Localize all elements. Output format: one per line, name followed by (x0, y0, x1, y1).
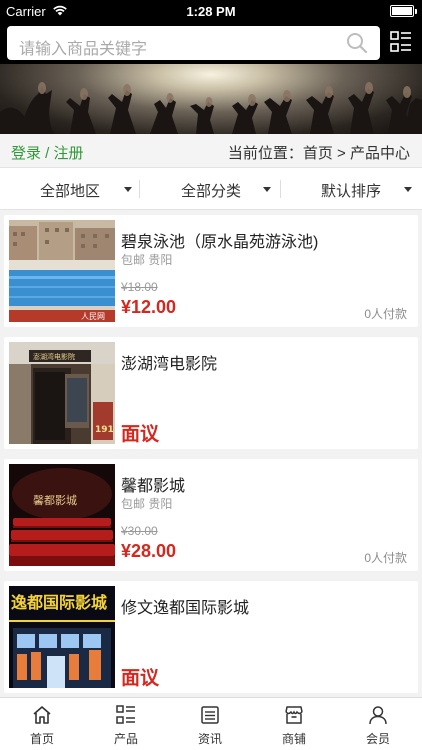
home-icon (33, 706, 51, 724)
battery-icon (390, 5, 417, 17)
product-sold-count: 0人付款 (364, 307, 407, 321)
cinema4-sign: 逸都国际影城 (11, 593, 107, 612)
region-filter[interactable]: 全部地区 (0, 168, 140, 210)
tab-shop[interactable]: 商铺 (252, 698, 336, 750)
search-input[interactable]: 请输入商品关键字 (7, 26, 380, 60)
battery-fill (392, 7, 412, 15)
grid-list-icon (116, 705, 135, 724)
product-name: 修文逸都国际影城 (121, 600, 250, 617)
product-card[interactable]: 人民网 碧泉泳池（原水晶苑游泳池) 包邮 贵阳 ¥18.00 ¥12.00 0人… (4, 215, 418, 327)
product-price: ¥28.00 (121, 541, 177, 561)
login-link[interactable]: 登录 (11, 145, 41, 162)
search-placeholder: 请输入商品关键字 (19, 41, 148, 58)
crowd-hands-image (0, 82, 422, 134)
breadcrumb-current: 产品中心 (349, 145, 410, 162)
product-image-theater: 馨都影城 (9, 464, 115, 566)
sort-filter-label: 默认排序 (321, 183, 382, 200)
region-filter-label: 全部地区 (40, 183, 101, 200)
product-name: 馨都影城 (121, 478, 186, 495)
product-image-pool: 人民网 (9, 220, 115, 322)
clock: 1:28 PM (186, 4, 236, 19)
caret-down-icon (124, 187, 132, 192)
promo-banner[interactable] (0, 64, 422, 134)
product-price-negotiable: 面议 (121, 424, 160, 445)
breadcrumb-home-link[interactable]: 首页 (303, 145, 333, 162)
news-icon (201, 706, 219, 724)
tab-label: 资讯 (197, 732, 222, 746)
product-name: 澎湖湾电影院 (121, 356, 218, 373)
tab-label: 会员 (365, 732, 390, 746)
product-card[interactable]: 逸都国际影城 修文逸都国际影城 面议 (4, 581, 418, 693)
product-meta: 包邮 贵阳 (121, 253, 173, 267)
category-filter-label: 全部分类 (181, 183, 242, 200)
pool-watermark: 人民网 (81, 312, 105, 321)
category-filter[interactable]: 全部分类 (141, 168, 281, 210)
tab-member[interactable]: 会员 (336, 698, 420, 750)
breadcrumb-separator: > (332, 145, 350, 162)
product-price-negotiable: 面议 (121, 668, 160, 689)
category-menu-icon[interactable] (390, 31, 412, 53)
product-original-price: ¥30.00 (121, 524, 158, 538)
header-bar: 请输入商品关键字 (0, 22, 422, 64)
product-price: ¥12.00 (121, 297, 177, 317)
auth-divider: / (41, 145, 54, 162)
breadcrumb: 当前位置：首页 > 产品中心 (228, 142, 410, 163)
shop-icon (285, 706, 303, 724)
product-name: 碧泉泳池（原水晶苑游泳池) (121, 234, 319, 251)
product-original-price: ¥18.00 (121, 280, 158, 294)
cinema3-sign: 馨都影城 (33, 493, 77, 507)
product-image-storefront: 逸都国际影城 (9, 586, 115, 688)
tab-news[interactable]: 资讯 (168, 698, 252, 750)
tab-home[interactable]: 首页 (0, 698, 84, 750)
cinema2-sign: 澎湖湾电影院 (33, 352, 75, 361)
status-bar: Carrier 1:28 PM (0, 0, 422, 22)
tab-label: 首页 (29, 732, 54, 746)
caret-down-icon (263, 187, 271, 192)
product-sold-count: 0人付款 (364, 551, 407, 565)
product-card[interactable]: 馨都影城 馨都影城 包邮 贵阳 ¥30.00 ¥28.00 0人付款 (4, 459, 418, 571)
breadcrumb-prefix: 当前位置： (227, 145, 303, 162)
search-icon[interactable] (346, 32, 368, 59)
user-icon (369, 706, 387, 725)
tab-label: 商铺 (281, 732, 306, 746)
product-image-cinema: 澎湖湾电影院 1911 (9, 342, 115, 444)
sort-filter[interactable]: 默认排序 (282, 168, 422, 210)
caret-down-icon (404, 187, 412, 192)
tab-products[interactable]: 产品 (84, 698, 168, 750)
bottom-tab-bar: 首页 产品 资讯 商铺 会员 (0, 697, 422, 750)
auth-links: 登录 / 注册 (11, 142, 84, 163)
filter-bar: 全部地区 全部分类 默认排序 (0, 168, 422, 210)
location-bar: 登录 / 注册 当前位置：首页 > 产品中心 (0, 134, 422, 168)
register-link[interactable]: 注册 (54, 145, 84, 162)
product-meta: 包邮 贵阳 (121, 497, 173, 511)
cinema2-year: 1911 (95, 425, 115, 435)
tab-label: 产品 (113, 732, 138, 746)
product-card[interactable]: 澎湖湾电影院 1911 澎湖湾电影院 面议 (4, 337, 418, 449)
